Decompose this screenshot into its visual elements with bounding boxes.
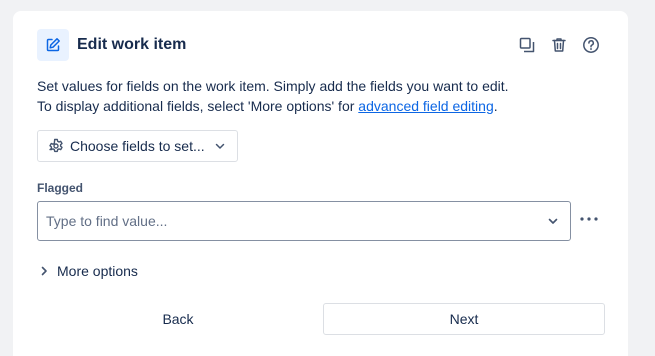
panel-header: Edit work item (37, 29, 186, 61)
choose-fields-label: Choose fields to set... (70, 138, 205, 154)
more-actions-icon[interactable] (577, 207, 601, 231)
description: Set values for fields on the work item. … (37, 76, 509, 116)
chevron-down-icon (213, 139, 227, 153)
description-line-1: Set values for fields on the work item. … (37, 78, 509, 94)
edit-icon (37, 29, 69, 61)
description-line-2: To display additional fields, select 'Mo… (37, 96, 509, 116)
edit-work-item-panel: Edit work item Set values for fields on … (13, 11, 628, 356)
more-options-toggle[interactable]: More options (37, 263, 138, 279)
gear-icon (48, 138, 64, 154)
advanced-field-editing-link[interactable]: advanced field editing (358, 98, 493, 114)
more-options-label: More options (57, 263, 138, 279)
choose-fields-button[interactable]: Choose fields to set... (37, 130, 238, 162)
panel-title: Edit work item (77, 36, 187, 53)
help-icon[interactable] (579, 33, 603, 57)
duplicate-icon[interactable] (515, 33, 539, 57)
flagged-select-placeholder: Type to find value... (46, 213, 168, 229)
flagged-label: Flagged (37, 181, 84, 195)
description-line-2-prefix: To display additional fields, select 'Mo… (37, 98, 359, 114)
next-button[interactable]: Next (323, 303, 605, 335)
trash-icon[interactable] (547, 33, 571, 57)
chevron-right-icon (37, 264, 51, 278)
description-line-2-suffix: . (493, 98, 498, 114)
header-actions (515, 33, 603, 57)
back-button[interactable]: Back (37, 303, 319, 335)
chevron-down-icon[interactable] (546, 214, 560, 228)
flagged-select[interactable]: Type to find value... (37, 201, 571, 241)
